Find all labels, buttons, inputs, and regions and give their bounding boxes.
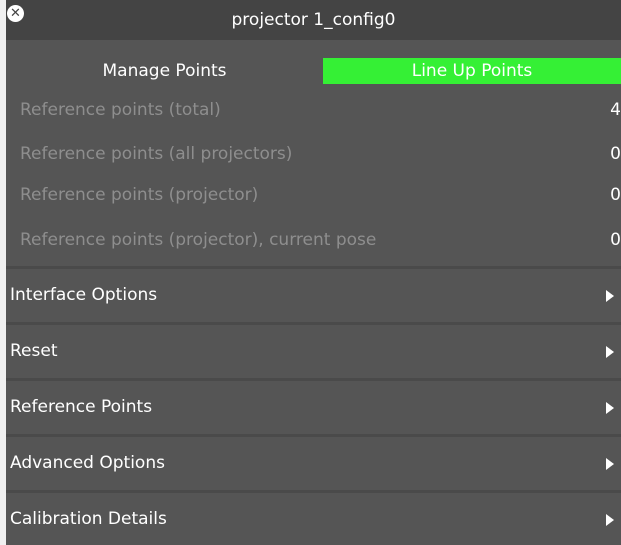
info-value: 0 [610,144,621,164]
close-icon[interactable]: ✕ [7,5,24,22]
section-label: Reference Points [10,397,153,417]
section-reset[interactable]: Reset [6,325,621,378]
expand-arrow-icon[interactable] [606,514,614,526]
info-label: Reference points (all projectors) [20,144,293,164]
expand-arrow-icon[interactable] [606,402,614,414]
projector-config-panel: projector 1_config0 ✕ Manage Points Line… [6,0,621,545]
section-reference-points[interactable]: Reference Points [6,381,621,434]
info-row-current-pose: Reference points (projector), current po… [6,219,621,261]
window-title: projector 1_config0 [231,10,396,30]
mode-toggle: Manage Points Line Up Points [6,58,621,84]
section-interface-options[interactable]: Interface Options [6,269,621,322]
info-value: 0 [610,230,621,250]
section-label: Interface Options [10,285,158,305]
section-label: Calibration Details [10,509,167,529]
section-label: Advanced Options [10,453,165,473]
section-calibration-details[interactable]: Calibration Details [6,493,621,545]
expand-arrow-icon[interactable] [606,290,614,302]
section-label: Reset [10,341,58,361]
section-advanced-options[interactable]: Advanced Options [6,437,621,490]
info-value: 0 [610,185,621,205]
title-bar: projector 1_config0 ✕ [6,0,621,40]
manage-points-button[interactable]: Manage Points [6,58,323,84]
info-row-total: Reference points (total) 4 [6,89,621,131]
info-label: Reference points (projector), current po… [20,230,377,250]
expand-arrow-icon[interactable] [606,346,614,358]
info-row-projector: Reference points (projector) 0 [6,174,621,216]
line-up-points-button[interactable]: Line Up Points [323,58,621,84]
info-label: Reference points (projector) [20,185,259,205]
info-value: 4 [610,100,621,120]
expand-arrow-icon[interactable] [606,458,614,470]
info-label: Reference points (total) [20,100,221,120]
info-row-all-projectors: Reference points (all projectors) 0 [6,133,621,175]
